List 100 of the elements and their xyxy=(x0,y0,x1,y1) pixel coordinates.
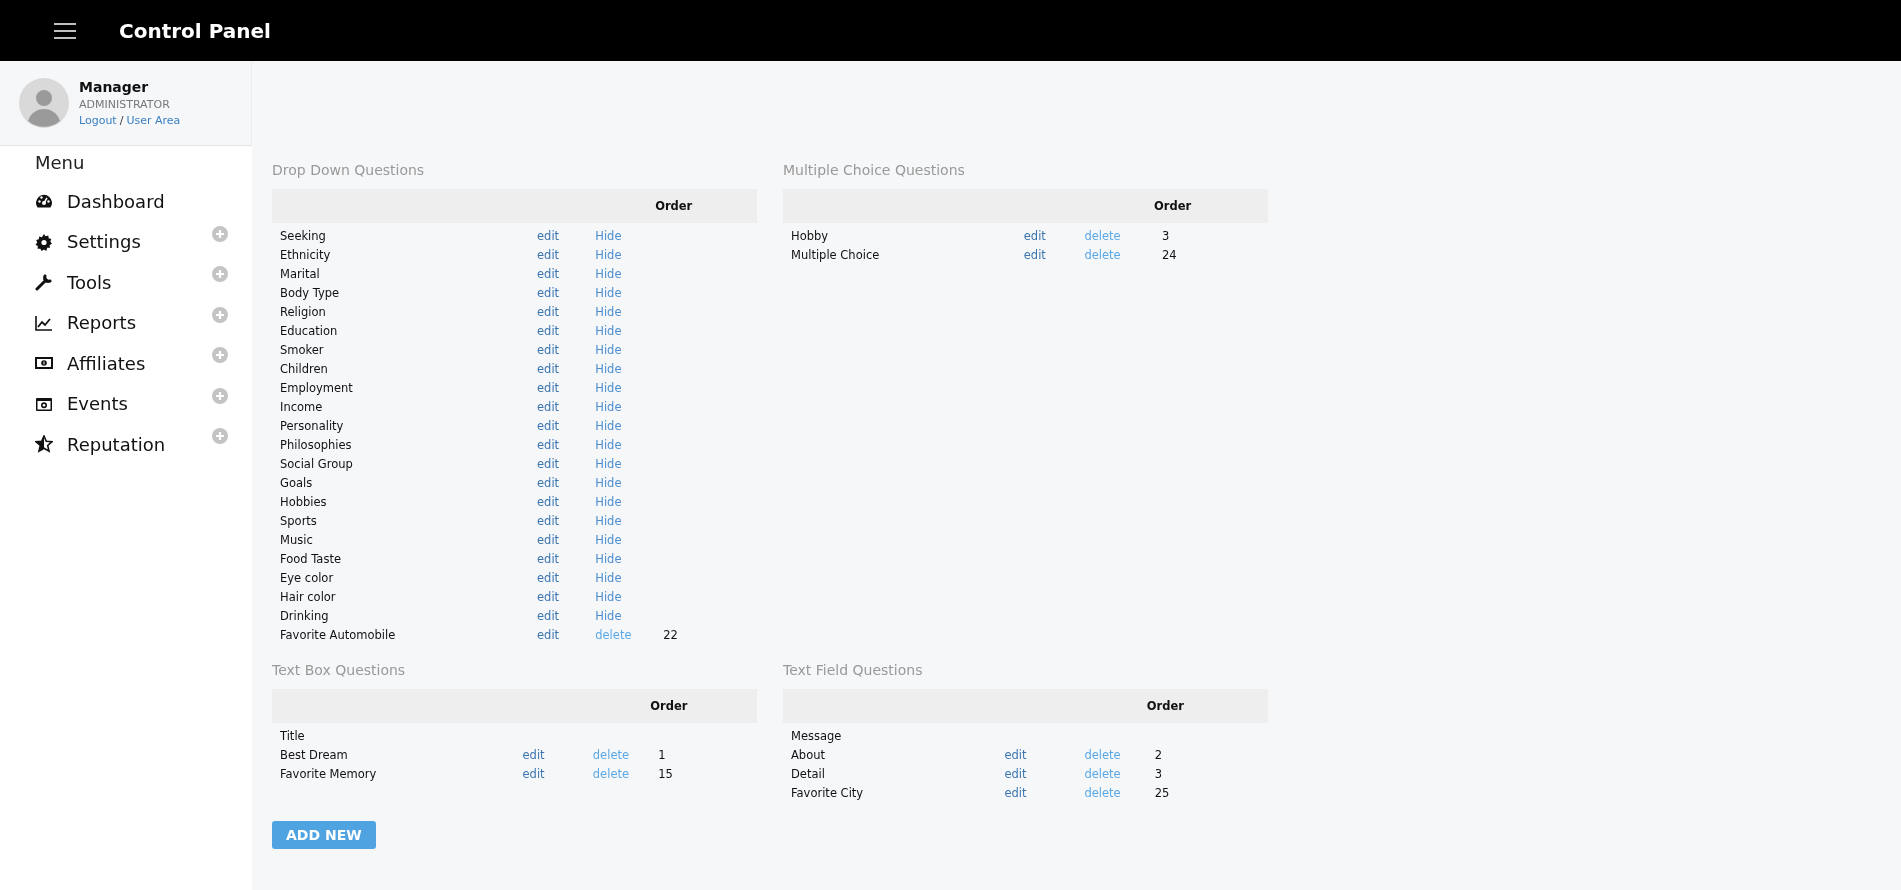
hide-link[interactable]: Hide xyxy=(595,380,622,395)
edit-link[interactable]: edit xyxy=(522,766,545,781)
menu-item[interactable]: Reports xyxy=(35,312,137,334)
delete-link[interactable]: delete xyxy=(592,747,630,762)
add-new-button[interactable]: ADD NEW xyxy=(272,821,376,849)
question-name: About xyxy=(791,747,825,762)
section-title: Text Box Questions xyxy=(272,662,407,678)
hide-link[interactable]: Hide xyxy=(595,418,622,433)
section-title: Text Field Questions xyxy=(783,662,924,678)
edit-link[interactable]: edit xyxy=(537,247,560,262)
edit-link[interactable]: edit xyxy=(1004,766,1027,781)
profile-link[interactable]: Logout xyxy=(79,114,117,127)
question-name: Favorite Memory xyxy=(280,766,377,781)
question-name: Hair color xyxy=(280,589,336,604)
hide-link[interactable]: Hide xyxy=(595,266,622,281)
question-name: Hobby xyxy=(791,228,829,243)
menu-item[interactable]: Settings xyxy=(35,231,141,253)
expand-plus-icon[interactable] xyxy=(212,225,228,242)
edit-link[interactable]: edit xyxy=(537,608,560,623)
hide-link[interactable]: Hide xyxy=(595,399,622,414)
edit-link[interactable]: edit xyxy=(537,437,560,452)
edit-link[interactable]: edit xyxy=(537,475,560,490)
edit-link[interactable]: edit xyxy=(537,532,560,547)
question-name: Best Dream xyxy=(280,747,348,762)
question-name: Body Type xyxy=(280,285,340,300)
column-header: Order xyxy=(650,699,688,713)
hide-link[interactable]: Hide xyxy=(595,570,622,585)
expand-plus-icon[interactable] xyxy=(212,306,228,323)
edit-link[interactable]: edit xyxy=(1023,228,1046,243)
delete-link[interactable]: delete xyxy=(595,627,632,642)
expand-plus-icon[interactable] xyxy=(212,266,228,282)
hide-link[interactable]: Hide xyxy=(595,342,622,357)
edit-link[interactable]: edit xyxy=(537,551,560,566)
edit-link[interactable]: edit xyxy=(537,494,560,509)
delete-link[interactable]: delete xyxy=(1084,228,1121,243)
question-name: Marital xyxy=(280,266,320,281)
hide-link[interactable]: Hide xyxy=(595,361,622,376)
order-value: 3 xyxy=(1154,766,1163,781)
question-name: Favorite Automobile xyxy=(280,627,396,642)
menu-item[interactable]: Dashboard xyxy=(35,190,165,212)
menu-item[interactable]: Tools xyxy=(35,271,112,293)
hide-link[interactable]: Hide xyxy=(595,532,622,547)
delete-link[interactable]: delete xyxy=(1084,247,1121,262)
order-value: 25 xyxy=(1154,785,1170,800)
edit-link[interactable]: edit xyxy=(537,266,560,281)
menu-icon[interactable] xyxy=(54,22,76,39)
order-value: 24 xyxy=(1162,247,1177,262)
delete-link[interactable]: delete xyxy=(1084,766,1121,781)
hide-link[interactable]: Hide xyxy=(595,494,622,509)
hide-link[interactable]: Hide xyxy=(595,456,622,471)
edit-link[interactable]: edit xyxy=(537,399,560,414)
hide-link[interactable]: Hide xyxy=(595,247,622,262)
expand-plus-icon[interactable] xyxy=(212,347,228,363)
edit-link[interactable]: edit xyxy=(1004,747,1027,762)
hide-link[interactable]: Hide xyxy=(595,228,622,243)
edit-link[interactable]: edit xyxy=(522,747,545,762)
order-value: 1 xyxy=(658,747,666,762)
order-value: 15 xyxy=(658,766,673,781)
hide-link[interactable]: Hide xyxy=(595,608,622,623)
edit-link[interactable]: edit xyxy=(537,323,560,338)
edit-link[interactable]: edit xyxy=(537,361,560,376)
section-title: Multiple Choice Questions xyxy=(783,162,966,178)
hide-link[interactable]: Hide xyxy=(595,551,622,566)
profile-link[interactable]: User Area xyxy=(126,114,181,127)
hide-link[interactable]: Hide xyxy=(595,589,622,604)
edit-link[interactable]: edit xyxy=(537,228,560,243)
question-name: Employment xyxy=(280,380,353,395)
edit-link[interactable]: edit xyxy=(537,513,560,528)
edit-link[interactable]: edit xyxy=(537,456,560,471)
edit-link[interactable]: edit xyxy=(1023,247,1046,262)
menu-item[interactable]: Events xyxy=(35,393,128,415)
edit-link[interactable]: edit xyxy=(537,285,560,300)
edit-link[interactable]: edit xyxy=(1004,785,1027,800)
edit-link[interactable]: edit xyxy=(537,418,560,433)
menu-item[interactable]: Reputation xyxy=(35,433,166,455)
expand-plus-icon[interactable] xyxy=(212,428,228,444)
hide-link[interactable]: Hide xyxy=(595,285,622,300)
question-name: Favorite City xyxy=(791,785,864,800)
order-value: 2 xyxy=(1154,747,1163,762)
hide-link[interactable]: Hide xyxy=(595,437,622,452)
delete-link[interactable]: delete xyxy=(592,766,630,781)
hide-link[interactable]: Hide xyxy=(595,304,622,319)
menu-item[interactable]: Affiliates xyxy=(35,352,146,374)
hide-link[interactable]: Hide xyxy=(595,323,622,338)
hide-link[interactable]: Hide xyxy=(595,513,622,528)
question-name: Multiple Choice xyxy=(791,247,880,262)
delete-link[interactable]: delete xyxy=(1084,785,1121,800)
edit-link[interactable]: edit xyxy=(537,627,560,642)
hide-link[interactable]: Hide xyxy=(595,475,622,490)
question-name: Religion xyxy=(280,304,326,319)
edit-link[interactable]: edit xyxy=(537,380,560,395)
edit-link[interactable]: edit xyxy=(537,342,560,357)
edit-link[interactable]: edit xyxy=(537,589,560,604)
avatar-icon xyxy=(19,78,69,128)
expand-plus-icon[interactable] xyxy=(212,387,228,404)
column-header: Order xyxy=(655,199,693,213)
edit-link[interactable]: edit xyxy=(537,570,560,585)
question-name: Children xyxy=(280,361,328,376)
delete-link[interactable]: delete xyxy=(1084,747,1121,762)
edit-link[interactable]: edit xyxy=(537,304,560,319)
